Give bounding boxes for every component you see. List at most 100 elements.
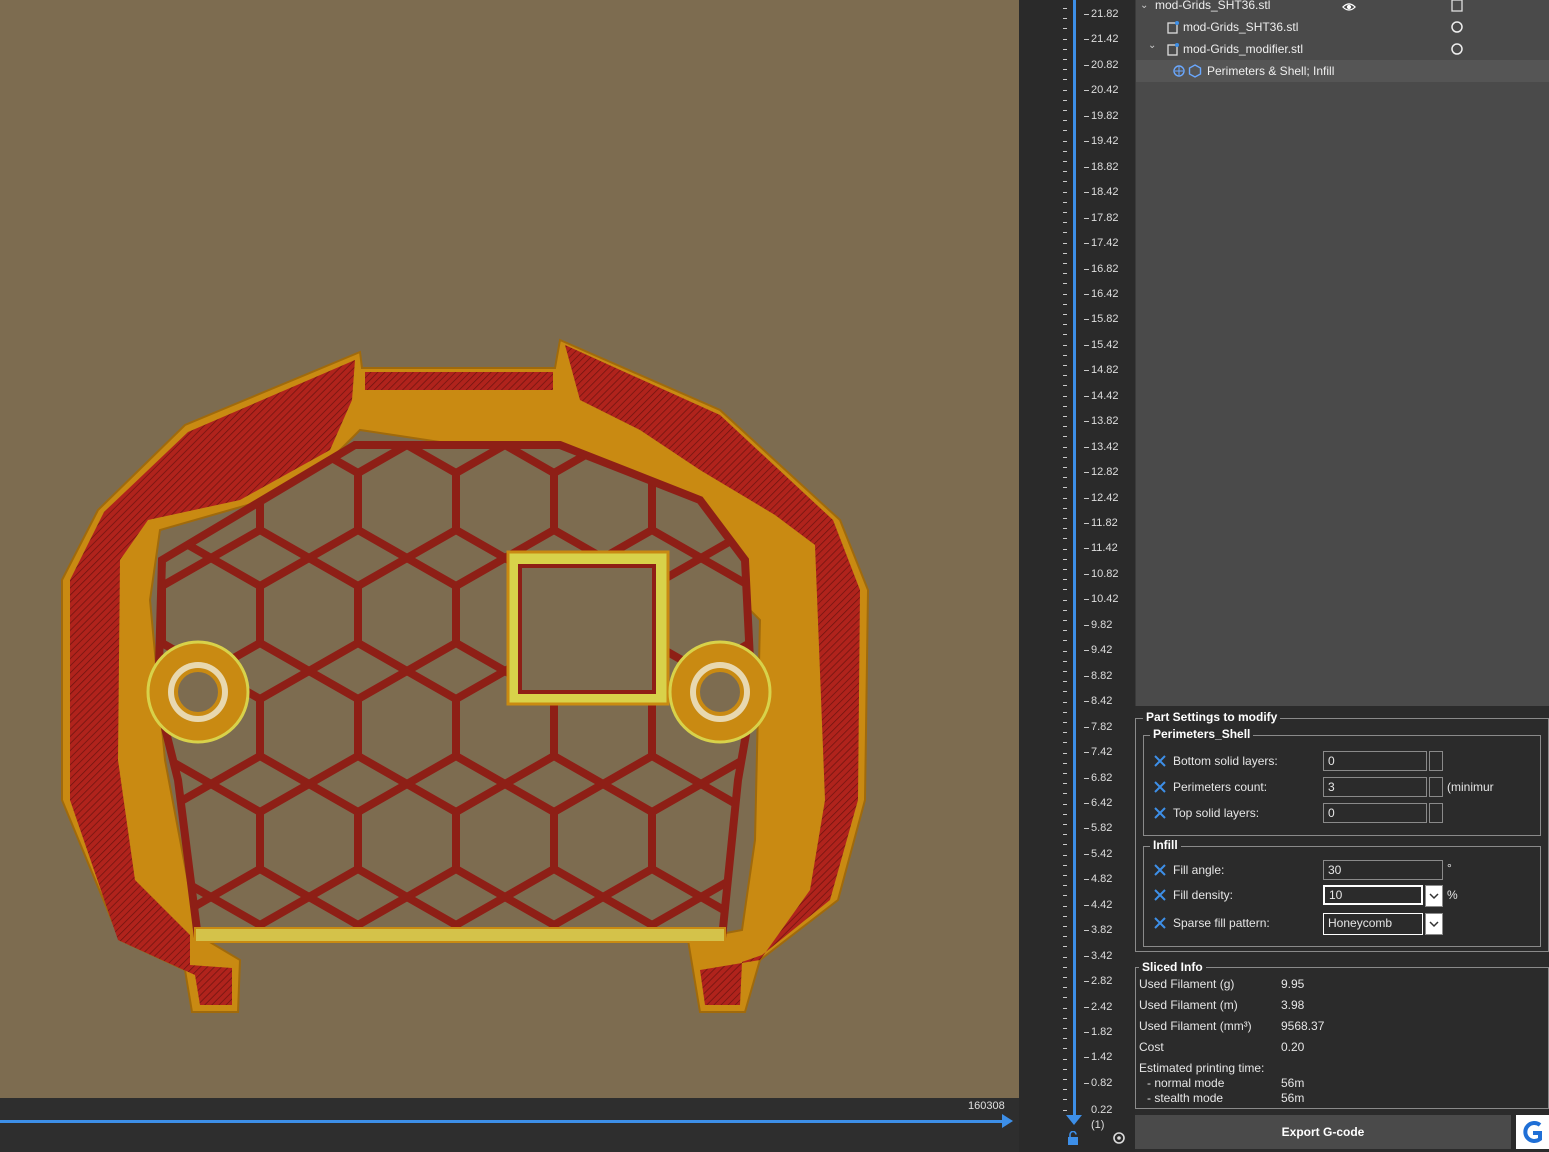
layer-tick [1084,574,1089,575]
object-label: mod-Grids_SHT36.stl [1183,20,1299,34]
info-value: 9.95 [1281,977,1305,991]
perimeters-count-input[interactable] [1323,777,1427,797]
remove-setting-icon[interactable] [1153,916,1167,930]
layer-tick [1063,1089,1067,1090]
layer-tick [1063,967,1067,968]
layer-tick [1084,90,1089,91]
layer-tick [1063,732,1067,733]
layer-tick [1063,1110,1067,1111]
gear-icon[interactable] [1112,1131,1126,1145]
param-sparse-fill-pattern: Sparse fill pattern: Honeycomb [1153,913,1533,935]
sliced-model-preview [61,338,870,1013]
layer-height-label: 4.42 [1091,899,1113,911]
fill-angle-input[interactable] [1323,860,1443,880]
layer-tick [1063,232,1067,233]
layer-height-label: 17.82 [1091,212,1119,224]
layer-height-label: 17.42 [1091,237,1119,249]
layer-height-label: 20.82 [1091,59,1119,71]
perimeters-count-stepper[interactable] [1429,777,1443,797]
chevron-down-icon[interactable]: ⌄ [1148,40,1162,54]
layer-height-label: 16.82 [1091,263,1119,275]
move-slider-track[interactable] [0,1120,1008,1123]
layer-slider-thumb[interactable] [1066,1115,1082,1125]
fill-density-dropdown[interactable] [1425,885,1443,907]
object-label: Perimeters & Shell; Infill [1207,64,1335,78]
remove-setting-icon[interactable] [1153,806,1167,820]
object-row-settings[interactable]: Perimeters & Shell; Infill [1136,60,1549,82]
layer-tick [1063,712,1067,713]
bottom-solid-layers-stepper[interactable] [1429,751,1443,771]
layer-height-slider[interactable]: 21.82 21.42 20.82 20.42 19.82 19.42 18.82 18.42… [1019,0,1135,1152]
move-slider-thumb[interactable] [1002,1114,1013,1128]
layer-tick [1063,538,1067,539]
layer-tick [1084,421,1089,422]
modifier-icon [1167,43,1179,56]
layer-tick [1063,804,1067,805]
layer-tick [1084,676,1089,677]
param-fill-angle: Fill angle: ° [1153,860,1533,882]
export-gcode-button[interactable]: Export G-code [1135,1115,1511,1149]
layer-tick [1063,906,1067,907]
remove-setting-icon[interactable] [1153,888,1167,902]
layer-tick [1063,28,1067,29]
estimated-time-label: Estimated printing time: [1139,1061,1265,1075]
layer-tick [1063,355,1067,356]
layer-tick [1063,141,1067,142]
object-list[interactable]: ⌄ mod-Grids_SHT36.stl mod-Grids_SHT36.st… [1135,0,1549,706]
settings-icon[interactable] [1450,42,1464,56]
object-row-part[interactable]: mod-Grids_SHT36.stl [1136,16,1549,38]
layer-tick [1063,90,1067,91]
layer-tick [1063,385,1067,386]
normal-mode-value: 56m [1281,1076,1305,1090]
layer-tick [1063,467,1067,468]
send-gcode-button[interactable] [1516,1115,1549,1149]
bottom-solid-layers-input[interactable] [1323,751,1427,771]
perimeters-group-title: Perimeters_Shell [1150,727,1254,741]
layer-slider-rail[interactable] [1073,0,1076,1118]
layer-height-label: 6.42 [1091,797,1113,809]
normal-mode-label: - normal mode [1147,1076,1225,1090]
layer-tick [1063,528,1067,529]
lock-icon[interactable] [1067,1131,1079,1145]
layer-tick [1063,49,1067,50]
fill-density-input[interactable] [1323,885,1423,905]
remove-setting-icon[interactable] [1153,863,1167,877]
param-perimeters-count: Perimeters count: (minimur [1153,777,1533,799]
layer-height-label: 21.82 [1091,8,1119,20]
remove-setting-icon[interactable] [1153,780,1167,794]
top-solid-layers-stepper[interactable] [1429,803,1443,823]
layer-tick [1063,212,1067,213]
chevron-down-icon [1429,893,1439,900]
layer-height-label: 3.42 [1091,950,1113,962]
layer-tick [1063,304,1067,305]
eye-icon[interactable] [1342,0,1356,14]
right-sidebar: ⌄ mod-Grids_SHT36.stl mod-Grids_SHT36.st… [1135,0,1549,1152]
sparse-fill-pattern-select[interactable]: Honeycomb [1323,913,1423,935]
layer-height-label: 15.42 [1091,339,1119,351]
layer-tick [1084,370,1089,371]
layer-tick [1063,1059,1067,1060]
chevron-down-icon[interactable]: ⌄ [1140,0,1154,14]
param-label: Bottom solid layers: [1173,754,1278,768]
layer-tick [1084,778,1089,779]
stealth-mode-value: 56m [1281,1091,1305,1105]
settings-icon[interactable] [1450,20,1464,34]
3d-preview-viewport[interactable] [0,0,1019,1098]
layer-tick [1063,151,1067,152]
layer-height-label: 5.42 [1091,848,1113,860]
sparse-fill-pattern-dropdown[interactable] [1425,913,1443,935]
edit-object-icon[interactable] [1450,0,1464,12]
infill-group-title: Infill [1150,838,1181,852]
top-solid-layers-input[interactable] [1323,803,1427,823]
horizontal-move-slider[interactable]: 160308 [0,1098,1019,1152]
info-value: 0.20 [1281,1040,1305,1054]
layer-tick [1084,548,1089,549]
remove-setting-icon[interactable] [1153,754,1167,768]
object-row-modifier[interactable]: ⌄ mod-Grids_modifier.stl [1136,38,1549,60]
layer-height-label: 8.42 [1091,695,1113,707]
layer-tick [1063,518,1067,519]
layer-tick [1084,828,1089,829]
param-label: Fill density: [1173,888,1234,902]
layer-tick [1063,222,1067,223]
object-row-root[interactable]: ⌄ mod-Grids_SHT36.stl [1136,0,1549,16]
